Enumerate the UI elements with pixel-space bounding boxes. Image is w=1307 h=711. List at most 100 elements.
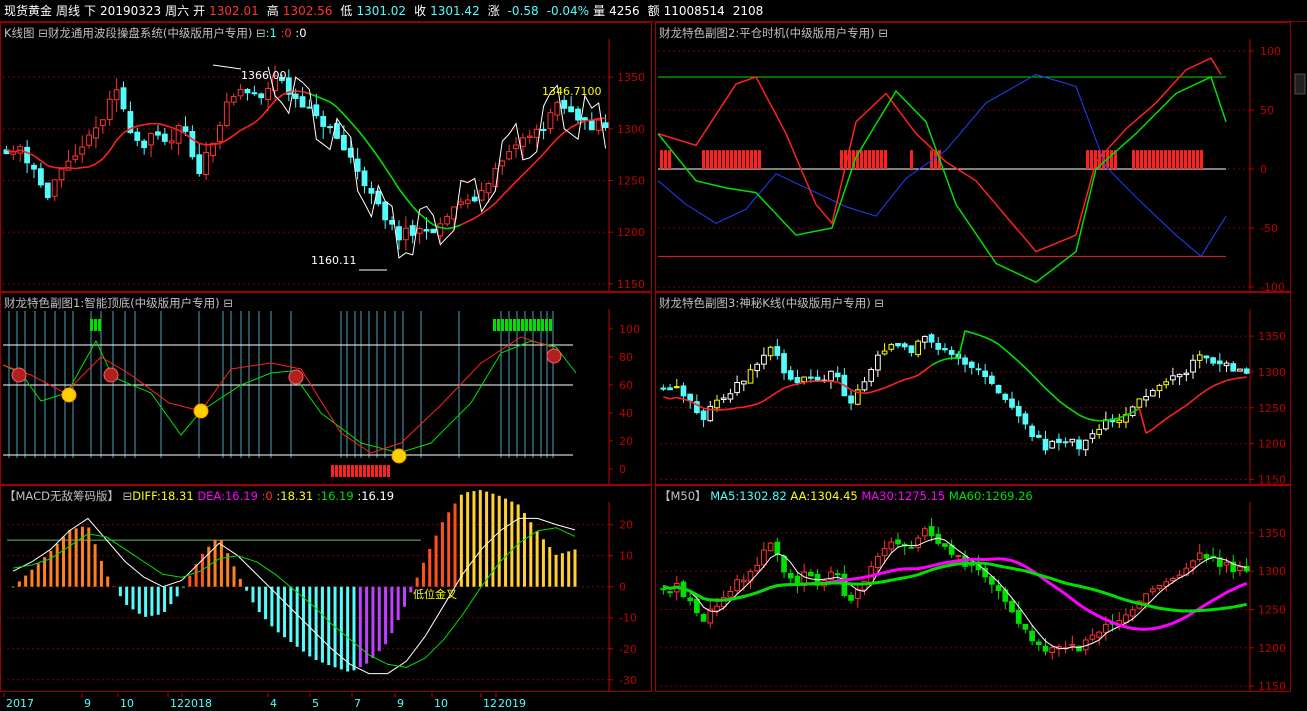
green-line (657, 75, 1227, 284)
candle-body (1082, 439, 1089, 451)
sub1-panel[interactable]: 财龙特色副图1:智能顶底(中级版用户专用) ⊟ 100 80 60 40 20 0 (0, 292, 652, 485)
candle-body (1069, 644, 1076, 647)
candle-body (561, 99, 568, 109)
trend-line-segment (1159, 418, 1167, 425)
vertical-scrollbar[interactable] (1291, 22, 1307, 692)
macd-histogram-bar (485, 491, 489, 587)
trend-line-segment (33, 155, 42, 162)
trend-line-segment (1152, 423, 1160, 430)
candle-body (1170, 375, 1176, 381)
trend-line-segment (68, 166, 76, 170)
trend-line-segment (47, 164, 55, 169)
trend-line-segment (336, 106, 345, 116)
bottom-signal-bar (379, 465, 382, 477)
trend-line-segment (1206, 385, 1214, 391)
candle-body (834, 573, 841, 576)
candle-body (354, 158, 361, 172)
top-signal-bar (90, 319, 93, 331)
candle-body (499, 160, 506, 167)
trend-line-segment (884, 384, 892, 389)
trend-line-segment (343, 114, 352, 123)
red-bar (754, 150, 757, 169)
candle-body (740, 380, 747, 385)
ma-panel[interactable]: 【M50】 MA5:1302.82 AA:1304.45 MA30:1275.1… (655, 485, 1291, 692)
y-tick-label: 1350 (617, 71, 645, 84)
candle-body (1149, 389, 1156, 397)
candle-body (340, 134, 347, 151)
trend-line-segment (1092, 419, 1100, 422)
kline-panel[interactable]: K线图 ⊟财龙通用波段操盘系统(中级版用户专用) ⊟:1 :0 :0 1350 1… (0, 22, 652, 292)
macd-histogram-bar (175, 586, 179, 597)
macd-histogram-bar (320, 586, 324, 663)
candle-body (921, 335, 928, 343)
red-bar (1160, 150, 1163, 169)
candle-body (182, 126, 189, 132)
trend-line-segment (474, 213, 483, 219)
sub1-chart[interactable]: 100 80 60 40 20 0 (1, 293, 651, 484)
y-tick-label: 0 (619, 581, 626, 594)
trend-line-segment (917, 369, 926, 376)
quote-header: 现货黄金 周线 下 20190323 周六 开 1302.01 高 1302.56 … (0, 0, 1307, 22)
red-bar (702, 150, 705, 169)
candle-body (1216, 360, 1223, 365)
y-tick-label: -10 (619, 612, 637, 625)
candle-body (694, 598, 700, 614)
red-bar (730, 150, 733, 169)
red-bar (884, 150, 887, 169)
macd-panel[interactable]: 【MACD无敌筹码版】 ⊟DIFF:18.31 DEA:16.19 :0 :18… (0, 485, 652, 692)
red-bar (746, 150, 749, 169)
trend-line-segment (206, 143, 214, 146)
trend-line-segment (1172, 408, 1181, 415)
trend-line-segment (998, 343, 1006, 351)
date-label: 20190323 (100, 3, 162, 18)
macd-histogram-bar (453, 503, 457, 587)
kline-chart[interactable]: 1350 1300 1250 1200 1150 1366.00 1160.11 1346.7… (1, 23, 651, 291)
candle-body (667, 591, 673, 594)
candle-body (409, 225, 416, 236)
top-signal-bar (517, 319, 520, 331)
candle-body (44, 182, 51, 199)
candle-body (761, 354, 767, 365)
candle-body (1096, 631, 1102, 638)
y-tick-label: 40 (619, 407, 633, 420)
red-bar (1176, 150, 1179, 169)
macd-histogram-bar (30, 569, 34, 587)
trend-line-segment (857, 391, 865, 394)
sub3-chart[interactable]: 1350 1300 1250 1200 1150 (656, 293, 1290, 484)
candle-body (1216, 557, 1223, 567)
candle-body (1103, 623, 1109, 633)
red-bar (864, 150, 867, 169)
macd-chart[interactable]: 20 10 0 -10 -20 -30 低位金叉 (1, 486, 651, 691)
sub2-panel[interactable]: 财龙特色副图2:平仓时机(中级版用户专用) ⊟ 100 50 0 -50 -100 (655, 22, 1291, 292)
candle-body (1049, 440, 1056, 449)
macd-histogram-bar (156, 586, 160, 615)
y-tick-label: 1150 (1258, 473, 1286, 484)
candle-body (478, 189, 485, 201)
trend-line-segment (412, 205, 421, 215)
trend-line-segment (877, 387, 885, 391)
trend-line-segment (870, 389, 879, 394)
macd-histogram-bar (251, 586, 255, 603)
sub3-panel[interactable]: 财龙特色副图3:神秘K线(中级版用户专用) ⊟ 1350 1300 1250 1200… (655, 292, 1291, 485)
trend-line-segment (1071, 409, 1080, 416)
top-marker (288, 369, 304, 385)
top-signal-bar (537, 319, 540, 331)
macd-histogram-bar (93, 544, 97, 587)
candle-body (875, 354, 881, 371)
trend-line-segment (1044, 387, 1053, 396)
candle-body (968, 361, 975, 368)
trend-line-segment (1192, 394, 1201, 401)
candle-body (1223, 561, 1230, 566)
candle-body (1223, 362, 1230, 367)
ma-chart[interactable]: 1350 1300 1250 1200 1150 (656, 486, 1290, 691)
period-label[interactable]: 周线 (56, 2, 80, 19)
low-annotation: 1160.11 (311, 254, 357, 267)
macd-histogram-bar (428, 548, 432, 587)
x-tick-label: 10 (120, 697, 134, 710)
candle-body (727, 591, 734, 598)
sub2-chart[interactable]: 100 50 0 -50 -100 (656, 23, 1290, 291)
candle-body (747, 369, 754, 384)
candle-body (37, 168, 44, 186)
candle-body (51, 179, 58, 197)
top-signal-bar (533, 319, 536, 331)
